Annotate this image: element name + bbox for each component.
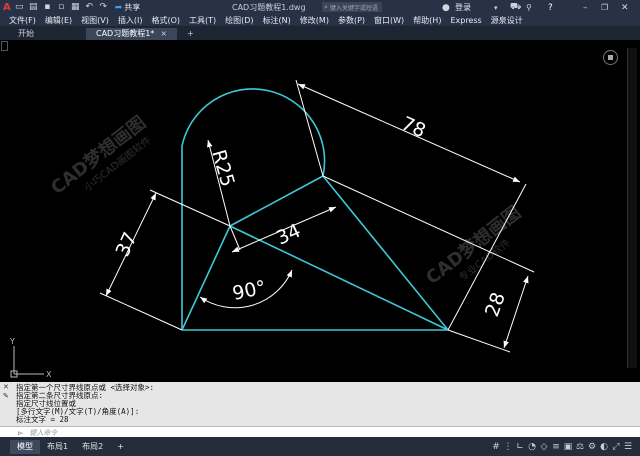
grid-icon[interactable]: # <box>490 442 502 452</box>
tab-close-icon[interactable]: × <box>160 28 167 40</box>
add-layout-icon[interactable]: + <box>110 440 131 454</box>
redo-icon[interactable]: ↷ <box>98 2 109 13</box>
status-bar: 模型 布局1 布局2 + # ⋮ ∟ ◔ ◇ ≡ ▣ ⚖ ⚙ ◐ ⤢ ☰ <box>0 437 640 456</box>
workspace-icon[interactable]: ⚙ <box>586 442 598 452</box>
user-icon[interactable]: ● <box>442 3 450 13</box>
ortho-icon[interactable]: ∟ <box>514 442 526 452</box>
ucs-x-label: X <box>46 370 52 379</box>
menu-tools[interactable]: 工具(T) <box>189 15 216 26</box>
dim-34-label: 34 <box>273 220 304 250</box>
ucs-icon <box>10 346 44 378</box>
watermark-left: CAD梦想画图 小巧CAD画图软件 <box>47 111 154 199</box>
save-icon[interactable]: ▪ <box>42 2 53 13</box>
snap-icon[interactable]: ⋮ <box>502 442 514 452</box>
object-snap-icon[interactable]: ◇ <box>538 442 550 452</box>
tab-layout2[interactable]: 布局2 <box>75 440 110 454</box>
print-icon[interactable]: ▦ <box>70 2 81 13</box>
isolate-icon[interactable]: ◐ <box>598 442 610 452</box>
search-box[interactable]: ⌕ 键入关键字或短语 <box>322 2 382 12</box>
menu-parametric[interactable]: 参数(P) <box>338 15 365 26</box>
open-file-icon[interactable]: ▤ <box>28 2 39 13</box>
tab-document[interactable]: CAD习题教程1* × <box>86 28 178 40</box>
menu-edit[interactable]: 编辑(E) <box>45 15 72 26</box>
drawing-svg: CAD梦想画图 小巧CAD画图软件 CAD梦想画图 专业CAD软件 78 R25… <box>9 79 535 379</box>
fullscreen-icon[interactable]: ⤢ <box>610 442 622 452</box>
watermark-right: CAD梦想画图 专业CAD软件 <box>422 201 525 289</box>
new-file-icon[interactable]: ▭ <box>14 2 25 13</box>
tab-start[interactable]: 开始 <box>8 28 44 40</box>
help-icon[interactable]: ? <box>548 3 553 13</box>
tab-document-label: CAD习题教程1* <box>96 29 155 38</box>
connect-icon[interactable]: ⚲ <box>526 3 532 12</box>
command-prompt-icon[interactable]: ▻ <box>18 429 23 437</box>
ucs-y-label: Y <box>9 337 15 346</box>
dim-37-label: 37 <box>112 229 142 260</box>
close-icon[interactable]: ✕ <box>621 3 629 13</box>
inner-line-a[interactable] <box>181 225 231 331</box>
arc-r25[interactable] <box>181 88 326 177</box>
share-icon[interactable]: ➦ <box>115 3 123 13</box>
menu-file[interactable]: 文件(F) <box>9 15 36 26</box>
command-window[interactable]: ✕ ✎ 指定第一个尺寸界线原点或 <选择对象>: 指定第二条尺寸界线原点: 指定… <box>0 382 640 438</box>
menu-view[interactable]: 视图(V) <box>81 15 109 26</box>
customize-icon[interactable]: ☰ <box>622 442 634 452</box>
slant-edge[interactable] <box>322 175 449 331</box>
command-input[interactable]: 键入命令 <box>29 428 57 438</box>
dim-28-label: 28 <box>481 289 510 319</box>
menu-format[interactable]: 格式(O) <box>151 15 180 26</box>
tab-layout1[interactable]: 布局1 <box>40 440 75 454</box>
menu-modify[interactable]: 修改(M) <box>300 15 329 26</box>
menu-dimension[interactable]: 标注(N) <box>263 15 291 26</box>
minimize-icon[interactable]: – <box>583 3 588 13</box>
dimension-labels: 78 R25 37 34 90° 28 <box>112 112 510 319</box>
save-as-icon[interactable]: ▫ <box>56 2 67 13</box>
document-tab-bar: 开始 CAD习题教程1* × + <box>0 27 640 40</box>
menu-yuanquan[interactable]: 源泉设计 <box>491 15 523 26</box>
window-title: CAD习题教程1.dwg <box>232 3 306 12</box>
dim-78-label: 78 <box>398 112 429 142</box>
undo-icon[interactable]: ↶ <box>84 2 95 13</box>
cart-icon[interactable]: ⛟ <box>510 2 521 13</box>
annotation-scale-icon[interactable]: ⚖ <box>574 442 586 452</box>
restore-icon[interactable]: ❐ <box>601 3 608 12</box>
menu-bar: 文件(F) 编辑(E) 视图(V) 插入(I) 格式(O) 工具(T) 绘图(D… <box>0 15 640 27</box>
login-dropdown-icon[interactable]: ▾ <box>494 4 498 12</box>
dim-90-label: 90° <box>230 276 268 305</box>
menu-help[interactable]: 帮助(H) <box>413 15 441 26</box>
search-icon: ⌕ <box>324 2 328 11</box>
menu-window[interactable]: 窗口(W) <box>374 15 404 26</box>
add-tab-icon[interactable]: + <box>177 28 204 40</box>
app-logo[interactable]: A <box>3 2 11 13</box>
share-button[interactable]: 共享 <box>124 2 140 13</box>
menu-express[interactable]: Express <box>450 16 481 25</box>
login-button[interactable]: 登录 <box>455 2 471 13</box>
title-bar: A ▭ ▤ ▪ ▫ ▦ ↶ ↷ ➦ 共享 CAD习题教程1.dwg ⌕ 键入关键… <box>0 0 640 15</box>
menu-insert[interactable]: 插入(I) <box>118 15 143 26</box>
search-input[interactable]: 键入关键字或短语 <box>330 3 378 12</box>
transparency-icon[interactable]: ▣ <box>562 442 574 452</box>
drawing-canvas[interactable]: CAD梦想画图 小巧CAD画图软件 CAD梦想画图 专业CAD软件 78 R25… <box>0 40 640 382</box>
dim-r25-label: R25 <box>207 147 238 189</box>
tab-model[interactable]: 模型 <box>10 439 40 454</box>
command-history-line: 标注文字 = 28 <box>16 415 69 424</box>
lineweight-icon[interactable]: ≡ <box>550 442 562 452</box>
polar-icon[interactable]: ◔ <box>526 442 538 452</box>
dimensions[interactable] <box>99 79 535 353</box>
menu-draw[interactable]: 绘图(D) <box>225 15 253 26</box>
